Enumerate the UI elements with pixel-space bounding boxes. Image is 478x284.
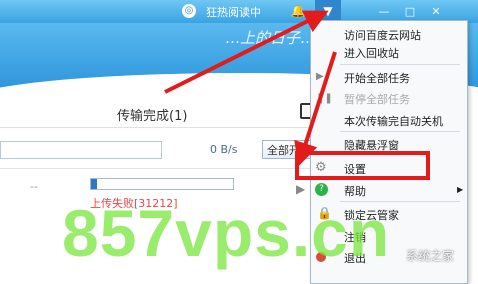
menu-separator (340, 64, 460, 65)
tab-transfer-complete[interactable]: 传输完成(1) (117, 105, 187, 124)
menu-item-auto-shutdown[interactable]: 本次传输完自动关机 (344, 113, 443, 129)
submenu-arrow-icon: ▶ (457, 185, 464, 194)
play-small-icon: ▶ (316, 71, 324, 82)
banner-slogan: …上的日子… (225, 29, 316, 47)
reading-status[interactable]: 狂热阅读中 (206, 4, 261, 20)
settings-highlight-box (295, 151, 430, 180)
speed-readout: 0 B/s (210, 143, 238, 156)
menu-item-start-all[interactable]: 开始全部任务 (344, 70, 410, 86)
watermark-text: 857vps.cn (62, 196, 391, 270)
path-box[interactable] (0, 141, 162, 159)
bell-icon[interactable]: 🔔 (285, 0, 311, 23)
menu-item-recycle-bin[interactable]: 进入回收站 (344, 45, 399, 61)
menu-item-pause-all[interactable]: 暂停全部任务 (344, 91, 410, 107)
tab-divider (0, 127, 320, 128)
corner-watermark: 系统之家 (406, 249, 455, 263)
play-icon[interactable]: ▶ (296, 182, 305, 196)
pause-icon: ❚❚ (316, 93, 333, 104)
task-progress-fill (91, 179, 97, 189)
menu-separator (340, 131, 460, 132)
row-divider (0, 168, 320, 169)
menu-item-visit-site[interactable]: 访问百度云网站 (344, 27, 421, 43)
task-progress-bar (90, 178, 234, 190)
help-icon: ? (315, 183, 328, 196)
reading-icon: ◎ (182, 4, 196, 18)
task-size: -- (30, 180, 38, 193)
